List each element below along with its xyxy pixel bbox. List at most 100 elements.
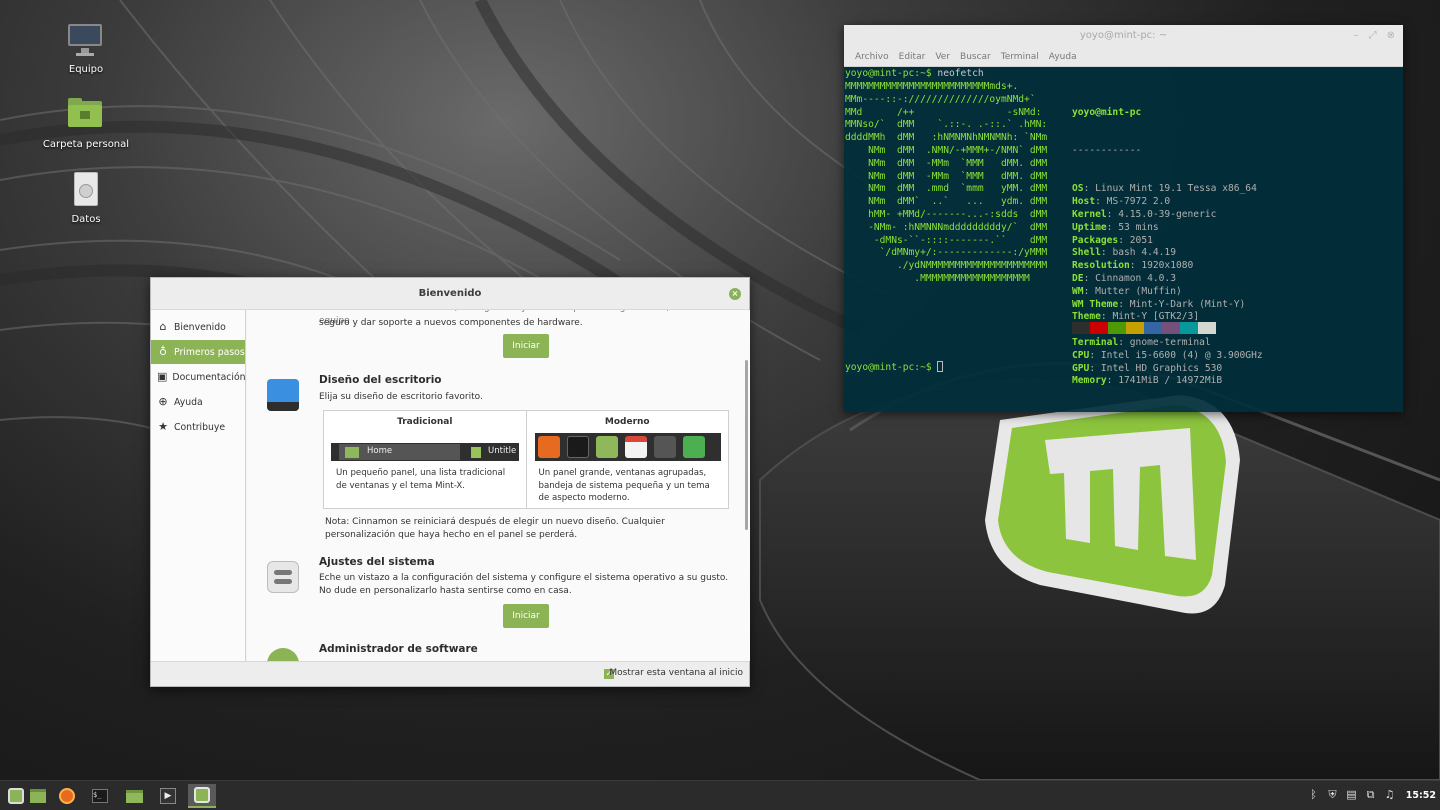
neofetch-key: Terminal bbox=[1072, 336, 1119, 348]
preview-tab-label: Home bbox=[367, 446, 393, 456]
neofetch-value: 4.15.0-39-generic bbox=[1118, 208, 1217, 220]
close-icon[interactable]: × bbox=[729, 288, 741, 300]
sidebar-item-contribuye[interactable]: ★ Contribuye bbox=[151, 415, 245, 439]
bluetooth-icon[interactable]: ᛒ bbox=[1307, 788, 1320, 802]
computer-icon bbox=[66, 20, 106, 60]
show-desktop-button[interactable] bbox=[24, 784, 52, 808]
neofetch-separator: ------------ bbox=[1072, 144, 1142, 156]
traditional-panel-preview: Home Untitle bbox=[331, 443, 519, 461]
system-settings-icon bbox=[267, 561, 299, 593]
neofetch-logo-line: NMm dMM` ..` ... ydm. dMM bbox=[845, 196, 1048, 208]
neofetch-value: gnome-terminal bbox=[1129, 336, 1211, 348]
terminal-menubar: Archivo Editar Ver Buscar Terminal Ayuda bbox=[844, 47, 1403, 67]
preview-tab-label: Untitle bbox=[488, 446, 517, 456]
welcome-app-taskbar-button[interactable] bbox=[188, 784, 216, 808]
layout-option-modern[interactable]: Moderno Un panel grande, ventanas agrupa… bbox=[525, 411, 729, 508]
neofetch-logo-line: -dMNs-``-::::-------.`` dMM bbox=[845, 234, 1048, 246]
welcome-app-icon bbox=[194, 787, 210, 803]
terminal-prompt: yoyo@mint-pc:~$ bbox=[845, 362, 938, 373]
neofetch-info-line: Resolution: 1920x1080 bbox=[1072, 260, 1194, 272]
neofetch-key: WM bbox=[1072, 285, 1084, 297]
neofetch-value: Cinnamon 4.0.3 bbox=[1095, 272, 1176, 284]
desktop-icon-equipo[interactable]: Equipo bbox=[31, 20, 141, 75]
lifebuoy-icon: ⊕ bbox=[158, 395, 168, 408]
color-swatch bbox=[1090, 322, 1108, 334]
neofetch-logo-line: MMMMMMMMMMMMMMMMMMMMMMMMMmds+. bbox=[845, 81, 1019, 92]
show-desktop-icon bbox=[30, 789, 46, 803]
neofetch-value: 1741MiB / 14972MiB bbox=[1118, 375, 1223, 387]
desktop-icon-datos[interactable]: Datos bbox=[31, 170, 141, 225]
close-icon[interactable]: ⊗ bbox=[1387, 25, 1395, 47]
firefox-icon bbox=[59, 788, 75, 804]
welcome-titlebar[interactable]: Bienvenido × bbox=[151, 278, 749, 310]
neofetch-key: Shell bbox=[1072, 247, 1101, 259]
calendar-icon bbox=[624, 436, 647, 458]
welcome-window[interactable]: Bienvenido × ⌂ Bienvenido ♁ Primeros pas… bbox=[150, 277, 750, 687]
layout-option-traditional[interactable]: Tradicional Home Untitle Un pequeño pane… bbox=[324, 411, 526, 508]
clock[interactable]: 15:52 bbox=[1406, 790, 1436, 801]
firefox-launcher[interactable] bbox=[53, 784, 81, 808]
folder-icon bbox=[345, 447, 359, 458]
sidebar-item-bienvenido[interactable]: ⌂ Bienvenido bbox=[151, 315, 245, 339]
terminal-prompt-line: yoyo@mint-pc:~$ bbox=[845, 361, 944, 375]
maximize-icon[interactable]: ⤢ bbox=[1369, 25, 1377, 47]
menu-ver[interactable]: Ver bbox=[930, 47, 955, 66]
minimize-icon[interactable]: – bbox=[1354, 25, 1359, 47]
start-button[interactable]: Iniciar bbox=[503, 334, 549, 358]
menu-archivo[interactable]: Archivo bbox=[850, 47, 894, 66]
clipboard-icon[interactable]: ▤ bbox=[1345, 788, 1358, 802]
menu-editar[interactable]: Editar bbox=[894, 47, 931, 66]
menu-ayuda[interactable]: Ayuda bbox=[1044, 47, 1082, 66]
desktop-icon-carpeta-personal[interactable]: Carpeta personal bbox=[31, 95, 141, 150]
neofetch-logo-line: -NMm- :hNMNNNmdddddddddy/` dMM bbox=[845, 221, 1048, 233]
neofetch-info-line: Uptime: 53 mins bbox=[1072, 221, 1159, 233]
neofetch-value: MS-7972 2.0 bbox=[1106, 196, 1171, 208]
section-desc-system-settings: Eche un vistazo a la configuración del s… bbox=[319, 573, 729, 596]
neofetch-info-line: OS: Linux Mint 19.1 Tessa x86_64 bbox=[1072, 183, 1257, 195]
neofetch-info-line: Memory: 1741MiB / 14972MiB bbox=[1072, 375, 1223, 387]
terminal-icon: $_ bbox=[92, 789, 108, 803]
sidebar-item-label: Primeros pasos bbox=[174, 346, 245, 358]
lightbulb-icon: ♁ bbox=[158, 345, 168, 358]
terminal-output[interactable]: yoyo@mint-pc:~$ neofetch MMMMMMMMMMMMMMM… bbox=[844, 67, 1403, 412]
volume-icon[interactable]: ♫ bbox=[1383, 788, 1396, 802]
neofetch-value: 2051 bbox=[1129, 234, 1153, 246]
neofetch-info-line: WM Theme: Mint-Y-Dark (Mint-Y) bbox=[1072, 298, 1246, 310]
neofetch-value: bash 4.4.19 bbox=[1112, 247, 1176, 259]
color-swatch bbox=[1144, 322, 1162, 334]
neofetch-logo-line: NMm dMM .mmd `mmm yMM. dMM bbox=[845, 183, 1048, 195]
neofetch-key: Packages bbox=[1072, 234, 1119, 246]
neofetch-logo-line: NMm dMM -MMm `MMM dMM. dMM bbox=[845, 157, 1048, 169]
drive-icon bbox=[66, 170, 106, 210]
sidebar-item-primeros-pasos[interactable]: ♁ Primeros pasos bbox=[151, 340, 245, 364]
taskbar: $_ ▶ ᛒ ⛨ ▤ ⧉ ♫ 15:52 bbox=[0, 780, 1440, 810]
terminal-launcher[interactable]: $_ bbox=[86, 784, 114, 808]
neofetch-info-line: GPU: Intel HD Graphics 530 bbox=[1072, 362, 1223, 374]
neofetch-logo-line: MMNso/` dMM `.::-. .-::.` .hMN: bbox=[845, 119, 1048, 131]
media-player-launcher[interactable]: ▶ bbox=[154, 784, 182, 808]
sidebar-item-label: Contribuye bbox=[174, 421, 226, 433]
terminal-titlebar[interactable]: yoyo@mint-pc: ~ – ⤢ ⊗ bbox=[844, 25, 1403, 47]
shield-icon[interactable]: ⛨ bbox=[1326, 788, 1339, 802]
layout-note: Nota: Cinnamon se reiniciará después de … bbox=[325, 517, 665, 540]
section-title-software-manager: Administrador de software bbox=[319, 643, 478, 655]
network-icon[interactable]: ⧉ bbox=[1364, 788, 1377, 802]
sidebar-item-documentacion[interactable]: ▣ Documentación bbox=[151, 365, 246, 389]
content-scrollbar[interactable] bbox=[745, 360, 748, 530]
terminal-window[interactable]: yoyo@mint-pc: ~ – ⤢ ⊗ Archivo Editar Ver… bbox=[844, 25, 1403, 412]
color-palette bbox=[1072, 322, 1216, 334]
color-swatch bbox=[1180, 322, 1198, 334]
desktop-icon-label: Equipo bbox=[68, 64, 104, 75]
menu-terminal[interactable]: Terminal bbox=[996, 47, 1044, 66]
desktop-icon-label: Datos bbox=[71, 214, 101, 225]
book-icon: ▣ bbox=[157, 370, 168, 383]
files-launcher[interactable] bbox=[120, 784, 148, 808]
welcome-content[interactable]: establecimiento de servidores, su seguri… bbox=[247, 310, 750, 661]
menu-buscar[interactable]: Buscar bbox=[955, 47, 996, 66]
color-swatch bbox=[1072, 322, 1090, 334]
system-settings-start-button[interactable]: Iniciar bbox=[503, 604, 549, 628]
layout-heading: Tradicional bbox=[397, 417, 453, 427]
spreadsheet-icon bbox=[682, 436, 705, 458]
neofetch-value: Linux Mint 19.1 Tessa x86_64 bbox=[1095, 183, 1257, 195]
sidebar-item-ayuda[interactable]: ⊕ Ayuda bbox=[151, 390, 245, 414]
